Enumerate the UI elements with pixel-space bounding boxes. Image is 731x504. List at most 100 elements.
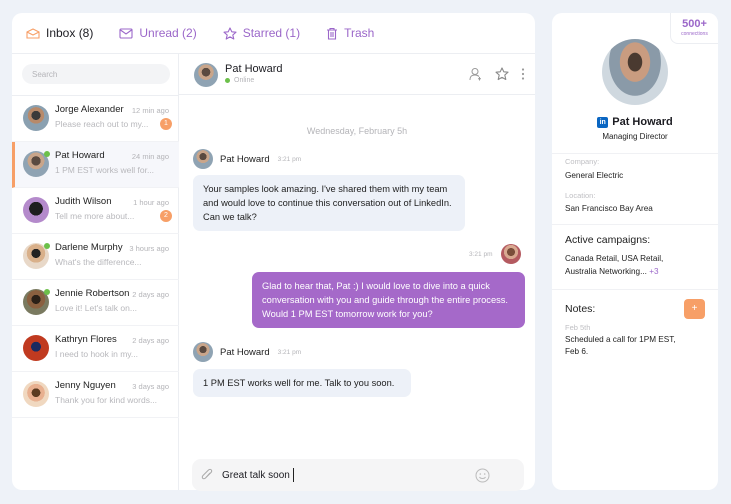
- linkedin-icon[interactable]: in: [597, 116, 609, 128]
- last-message-time: 2 days ago: [132, 290, 169, 299]
- tab-label: Trash: [344, 26, 375, 40]
- message-bubble-incoming: Your samples look amazing. I've shared t…: [193, 175, 465, 231]
- note-text: Feb 6.: [565, 347, 589, 356]
- more-campaigns-link[interactable]: +3: [649, 267, 658, 276]
- more-options-icon[interactable]: [521, 67, 525, 81]
- last-message-time: 3 hours ago: [129, 244, 169, 253]
- status-text: Online: [234, 77, 255, 84]
- last-message-time: 3 days ago: [132, 382, 169, 391]
- tab-starred[interactable]: Starred (1): [223, 26, 300, 40]
- profile-name: in Pat Howard: [552, 116, 718, 128]
- contact-avatar[interactable]: [194, 63, 218, 87]
- conversation-item[interactable]: Darlene Murphy 3 hours ago What's the diff…: [12, 234, 179, 280]
- conversation-item[interactable]: Kathryn Flores 2 days ago I need to hook i…: [12, 326, 179, 372]
- conversation-item[interactable]: Jorge Alexander 12 min ago Please reach ou…: [12, 96, 179, 142]
- message-time: 3:21 pm: [277, 348, 302, 356]
- note-text: Scheduled a call for 1PM EST,: [565, 335, 676, 344]
- online-dot: [225, 78, 230, 83]
- online-indicator: [44, 151, 50, 157]
- company-value: General Electric: [565, 171, 624, 180]
- tab-label: Inbox (8): [46, 26, 94, 40]
- divider: [552, 224, 718, 225]
- message-snippet: 1 PM EST works well for...: [55, 165, 155, 175]
- contact-avatar: [23, 381, 49, 407]
- notes-heading: Notes:: [565, 303, 596, 315]
- inbox-icon: [26, 27, 40, 39]
- contact-status: Online: [225, 77, 254, 84]
- note-date: Feb 5th: [565, 323, 591, 332]
- tab-unread[interactable]: Unread (2): [119, 26, 197, 40]
- star-icon: [223, 26, 237, 40]
- message-header: 3:21 pm: [469, 244, 521, 264]
- message-snippet: I need to hook in my...: [55, 349, 138, 359]
- online-indicator: [44, 289, 50, 295]
- message-header: Pat Howard 3:21 pm: [193, 342, 301, 362]
- tab-inbox[interactable]: Inbox (8): [26, 26, 93, 40]
- last-message-time: 1 hour ago: [133, 198, 169, 207]
- connections-label: connections: [681, 31, 708, 37]
- campaigns-text: Australia Networking...: [565, 267, 647, 276]
- add-note-button[interactable]: +: [684, 299, 705, 319]
- emoji-icon[interactable]: [475, 468, 490, 483]
- contact-name: Judith Wilson: [55, 196, 112, 207]
- message-snippet: What's the difference...: [55, 257, 142, 267]
- conversation-list: Jorge Alexander 12 min ago Please reach ou…: [12, 54, 179, 490]
- message-time: 3:21 pm: [469, 250, 493, 258]
- message-bubble-incoming: 1 PM EST works well for me. Talk to you …: [193, 369, 411, 397]
- unread-badge: 2: [160, 210, 172, 222]
- message-time: 3:21 pm: [277, 155, 302, 163]
- mail-icon: [119, 27, 133, 39]
- contact-name: Darlene Murphy: [55, 242, 123, 253]
- chat-header: Pat Howard Online: [179, 54, 535, 95]
- message-composer: [192, 459, 524, 491]
- conversation-item[interactable]: Pat Howard 24 min ago 1 PM EST works well …: [12, 142, 179, 188]
- chat-pane: Pat Howard Online Wednesday, February 5h…: [179, 54, 535, 491]
- sender-name: Pat Howard: [220, 346, 270, 358]
- tab-label: Starred (1): [242, 26, 301, 40]
- message-snippet: Please reach out to my...: [55, 119, 149, 129]
- campaigns-line: Australia Networking... +3: [565, 266, 659, 278]
- campaigns-line: Canada Retail, USA Retail,: [565, 254, 664, 263]
- sender-avatar: [193, 149, 213, 169]
- campaigns-heading: Active campaigns:: [565, 234, 651, 246]
- company-label: Company:: [565, 157, 600, 166]
- text-caret: [293, 468, 294, 482]
- sender-avatar: [193, 342, 213, 362]
- contact-name: Jorge Alexander: [55, 104, 124, 115]
- message-snippet: Love it! Let's talk on...: [55, 303, 137, 313]
- add-contact-icon[interactable]: [469, 67, 483, 81]
- contact-avatar: [23, 105, 49, 131]
- profile-name-text: Pat Howard: [612, 116, 673, 128]
- my-avatar: [500, 244, 521, 264]
- last-message-time: 2 days ago: [132, 336, 169, 345]
- contact-name: Kathryn Flores: [55, 334, 117, 345]
- connections-count: 500+: [682, 18, 707, 30]
- contact-profile-panel: 500+ connections in Pat Howard Managing …: [552, 13, 718, 490]
- date-divider: Wednesday, February 5h: [306, 126, 408, 136]
- star-icon[interactable]: [495, 67, 509, 81]
- message-bubble-outgoing: Glad to hear that, Pat :) I would love t…: [252, 272, 525, 328]
- contact-name: Pat Howard: [55, 150, 105, 161]
- conversation-item[interactable]: Jenny Nguyen 3 days ago Thank you for kind…: [12, 372, 179, 418]
- contact-name: Jennie Robertson: [55, 288, 130, 299]
- location-value: San Francisco Bay Area: [565, 204, 653, 213]
- contact-avatar: [23, 197, 49, 223]
- location-label: Location:: [565, 191, 596, 200]
- last-message-time: 24 min ago: [131, 152, 169, 161]
- unread-badge: 1: [160, 118, 172, 130]
- message-input[interactable]: [222, 466, 472, 484]
- trash-icon: [327, 27, 338, 40]
- tab-trash[interactable]: Trash: [326, 26, 374, 40]
- profile-title: Managing Director: [602, 132, 668, 141]
- attachment-icon[interactable]: [201, 468, 213, 482]
- conversation-item[interactable]: Jennie Robertson 2 days ago Love it! Let's…: [12, 280, 179, 326]
- search-input[interactable]: [22, 64, 170, 84]
- connections-badge: 500+ connections: [670, 13, 718, 44]
- conversation-item[interactable]: Judith Wilson 1 hour ago Tell me more abou…: [12, 188, 179, 234]
- mailbox-tabs: Inbox (8) Unread (2) Starred (1) Trash: [12, 13, 535, 54]
- profile-avatar: [602, 39, 668, 105]
- contact-avatar: [23, 335, 49, 361]
- message-header: Pat Howard 3:21 pm: [193, 149, 301, 169]
- divider: [552, 289, 718, 290]
- contact-name: Pat Howard: [225, 63, 283, 75]
